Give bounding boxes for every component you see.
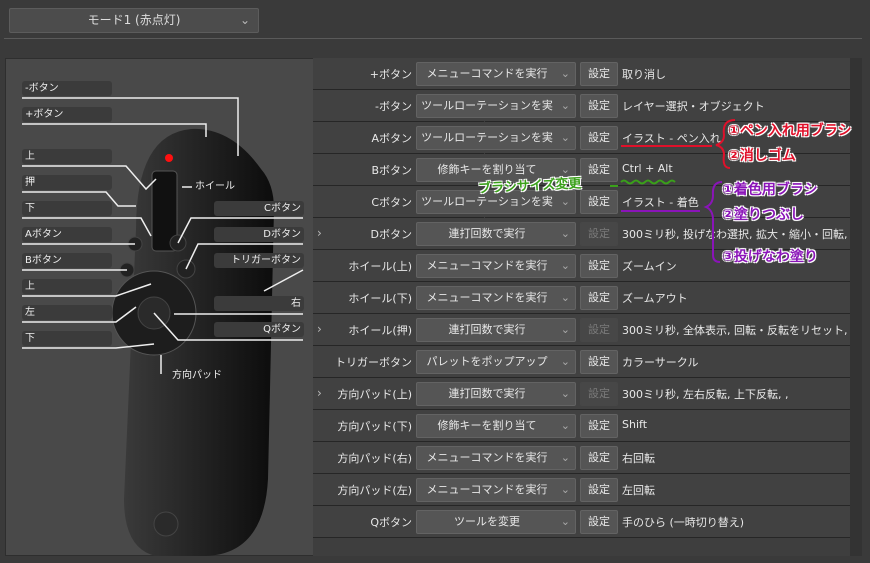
- purple-brace: [703, 181, 723, 263]
- green-wavy-underline: [620, 179, 676, 185]
- annotation-a-2: ②消しゴム: [728, 148, 796, 164]
- annotation-a-1: ①ペン入れ用ブラシ: [728, 123, 852, 139]
- annotation-marks: [610, 119, 736, 263]
- annotation-c-1: ①着色用ブラシ: [722, 182, 818, 198]
- annotation-c-2: ②塗りつぶし: [722, 207, 804, 223]
- annotation-c-3: ③投げなわ塗り: [722, 249, 818, 265]
